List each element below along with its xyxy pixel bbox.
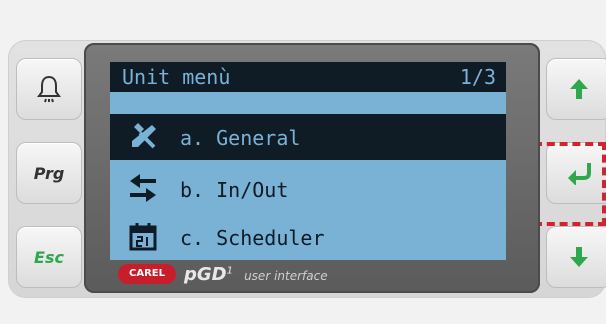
menu-item-label: c. Scheduler [180, 226, 325, 250]
menu-item-label: b. In/Out [180, 178, 289, 202]
in-out-arrows-icon [128, 173, 158, 203]
tools-icon [128, 121, 158, 151]
menu-item-label: a. General [180, 126, 301, 150]
esc-label: Esc [34, 247, 64, 267]
screen-title: Unit menù [122, 65, 231, 89]
page-indicator: 1/3 [459, 65, 496, 89]
pgd-superscript: 1 [226, 265, 233, 277]
prg-label: Prg [33, 163, 65, 183]
esc-button[interactable]: Esc [16, 226, 82, 288]
menu-item-scheduler[interactable]: c. Scheduler [110, 214, 506, 260]
up-button[interactable] [546, 58, 606, 120]
arrow-down-icon [547, 227, 606, 287]
down-button[interactable] [546, 226, 606, 288]
prg-button[interactable]: Prg [16, 142, 82, 204]
pgd-logo: pGD1 user interface [184, 264, 328, 285]
brand-strip: CAREL pGD1 user interface [118, 262, 468, 288]
menu-item-general[interactable]: a. General [110, 114, 506, 160]
lcd-screen: Unit menù 1/3 a. General b. In/Out c. Sc… [110, 62, 506, 260]
carel-logo: CAREL [118, 264, 176, 284]
pgd-subtitle: user interface [244, 269, 328, 283]
bell-icon [17, 59, 81, 119]
arrow-up-icon [547, 59, 606, 119]
calendar-icon [128, 221, 158, 251]
enter-highlight [534, 142, 606, 226]
pgd-name: pGD [184, 264, 227, 285]
screen-title-bar: Unit menù 1/3 [110, 62, 506, 92]
menu-item-in-out[interactable]: b. In/Out [110, 166, 506, 212]
alarm-button[interactable] [16, 58, 82, 120]
